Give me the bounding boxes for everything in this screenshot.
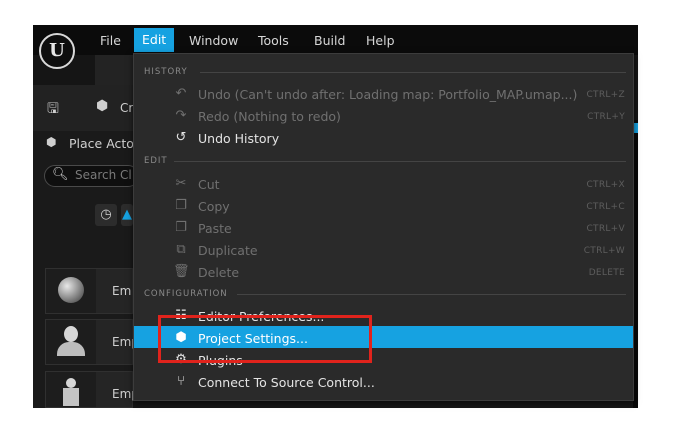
menu-tools[interactable]: Tools bbox=[258, 33, 289, 49]
cut-icon: ✂ bbox=[175, 176, 187, 191]
annotation-highlight-box bbox=[158, 315, 372, 363]
menu-item-redo[interactable]: Redo (Nothing to redo) bbox=[198, 109, 341, 124]
section-divider bbox=[237, 294, 626, 295]
place-actors-icon: ⬢ bbox=[46, 135, 57, 149]
shortcut-redo: CTRL+Y bbox=[587, 112, 625, 122]
history-icon: ↺ bbox=[175, 130, 187, 145]
shortcut-undo: CTRL+Z bbox=[586, 90, 625, 100]
menu-item-copy[interactable]: Copy bbox=[198, 199, 230, 214]
redo-icon: ↷ bbox=[175, 108, 187, 123]
section-header-configuration: CONFIGURATION bbox=[144, 289, 228, 299]
section-header-edit: EDIT bbox=[144, 156, 168, 166]
recent-icon[interactable]: ◷ bbox=[95, 204, 117, 226]
shortcut-paste: CTRL+V bbox=[586, 224, 625, 234]
duplicate-icon: ⧉ bbox=[176, 242, 186, 257]
shortcut-copy: CTRL+C bbox=[586, 202, 625, 212]
unreal-logo-icon[interactable]: U bbox=[39, 33, 75, 69]
actor-label: Em bbox=[112, 284, 132, 298]
section-header-history: HISTORY bbox=[144, 67, 188, 77]
menu-item-cut[interactable]: Cut bbox=[198, 177, 220, 192]
save-icon[interactable]: 🖫 bbox=[47, 98, 59, 122]
place-actors-tab[interactable]: Place Acto bbox=[69, 136, 134, 151]
copy-icon: ❐ bbox=[175, 198, 187, 213]
menu-item-duplicate[interactable]: Duplicate bbox=[198, 243, 258, 258]
menu-item-undo-history[interactable]: Undo History bbox=[198, 131, 279, 146]
menu-item-undo[interactable]: Undo (Can't undo after: Loading map: Por… bbox=[198, 87, 577, 102]
menu-help[interactable]: Help bbox=[366, 33, 395, 49]
level-tab[interactable] bbox=[95, 55, 135, 85]
basic-category-icon[interactable]: ▲ bbox=[121, 204, 133, 226]
trash-icon: 🗑︎ bbox=[173, 264, 190, 279]
create-button-label[interactable]: Cr bbox=[120, 101, 133, 115]
pawn-thumbnail-icon bbox=[46, 372, 96, 407]
shortcut-cut: CTRL+X bbox=[586, 180, 625, 190]
menu-file[interactable]: File bbox=[100, 33, 121, 49]
menu-item-connect-source-control[interactable]: Connect To Source Control... bbox=[198, 375, 375, 390]
menu-window[interactable]: Window bbox=[189, 33, 238, 49]
shortcut-duplicate: CTRL+W bbox=[583, 246, 625, 256]
menu-build[interactable]: Build bbox=[314, 33, 345, 49]
sphere-thumbnail-icon bbox=[46, 269, 96, 313]
shortcut-delete: DELETE bbox=[588, 268, 625, 278]
paste-icon: ❐ bbox=[175, 220, 187, 235]
actor-search-placeholder: Search Cl bbox=[75, 168, 132, 182]
create-icon[interactable]: ⬢ bbox=[96, 98, 108, 114]
character-thumbnail-icon bbox=[46, 320, 96, 364]
menu-item-paste[interactable]: Paste bbox=[198, 221, 232, 236]
section-divider bbox=[200, 72, 626, 73]
section-divider bbox=[174, 161, 626, 162]
menu-item-delete[interactable]: Delete bbox=[198, 265, 239, 280]
source-control-icon: ⑂ bbox=[177, 374, 185, 389]
menu-edit[interactable]: Edit bbox=[134, 28, 175, 52]
search-icon: 🔍︎ bbox=[52, 167, 69, 182]
undo-icon: ↶ bbox=[175, 86, 187, 101]
